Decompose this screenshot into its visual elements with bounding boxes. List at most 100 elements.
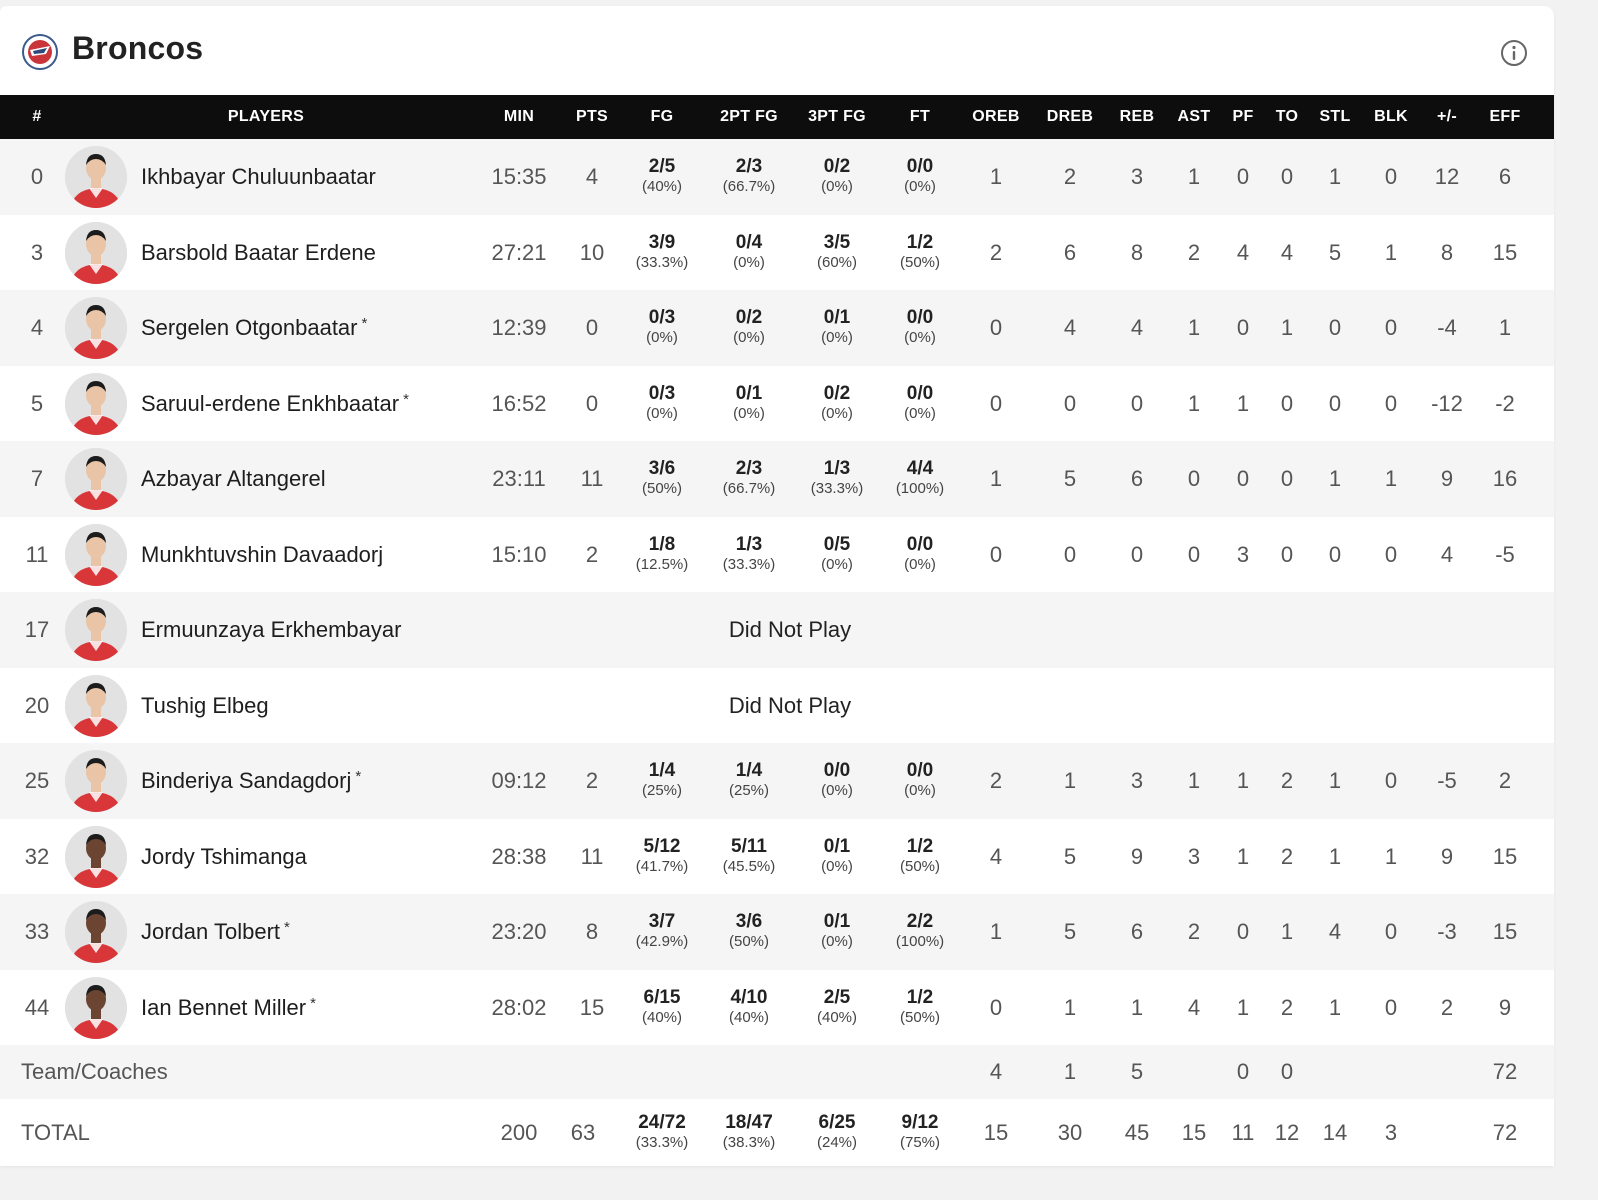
player-avatar: [65, 146, 127, 208]
field-goals-made: 5/12: [643, 835, 681, 857]
points: 10: [579, 239, 605, 265]
player-name-link[interactable]: Sergelen Otgonbaatar *: [141, 290, 367, 366]
points: 15: [579, 994, 605, 1020]
two-point-fg-made: 4/10: [730, 986, 768, 1008]
col-header-fg[interactable]: FG: [622, 95, 702, 139]
field-goals-pct: (40%): [641, 178, 682, 196]
free-throws: 2/2 (100%): [880, 894, 960, 970]
team-name: Broncos: [72, 30, 204, 66]
field-goals: 3/6 (50%): [622, 441, 702, 517]
minutes: 28:38: [491, 843, 547, 869]
stat-eff: 2: [1498, 768, 1512, 793]
free-throws-made: 0/0: [906, 533, 934, 555]
player-name-link[interactable]: Binderiya Sandagdorj *: [141, 743, 361, 819]
player-name-link[interactable]: Azbayar Altangerel: [141, 441, 326, 517]
col-header-ft[interactable]: FT: [880, 95, 960, 139]
stat-eff: 9: [1498, 994, 1512, 1020]
col-header-fg3[interactable]: 3PT FG: [797, 95, 877, 139]
stat-oreb: 1: [989, 466, 1003, 491]
field-goals-pct: (42.9%): [635, 933, 689, 951]
player-name-link[interactable]: Tushig Elbeg: [141, 668, 269, 744]
starter-mark: *: [310, 994, 316, 1012]
free-throws-pct: (0%): [904, 404, 936, 422]
field-goals: 3/9 (33.3%): [622, 215, 702, 291]
three-point-fg-pct: (0%): [821, 933, 853, 951]
total-field-goals-pct: (33.3%): [635, 1134, 689, 1151]
col-header-pts[interactable]: PTS: [552, 95, 632, 139]
minutes: 27:21: [491, 239, 547, 265]
minutes: 16:52: [491, 390, 547, 416]
three-point-fg: 0/2 (0%): [797, 366, 877, 442]
player-name-link[interactable]: Ian Bennet Miller *: [141, 970, 316, 1046]
field-goals: 2/5 (40%): [622, 139, 702, 215]
three-point-fg-pct: (0%): [821, 178, 853, 196]
field-goals-pct: (12.5%): [635, 555, 689, 573]
player-row[interactable]: 25 Binderiya Sandagdorj * 09:12 2 1/4 (25%) 1/4…: [0, 743, 1554, 819]
minutes: 12:39: [491, 315, 547, 340]
field-goals-made: 0/3: [648, 307, 676, 329]
player-name-link[interactable]: Barsbold Baatar Erdene: [141, 215, 376, 291]
three-point-fg-pct: (0%): [821, 404, 853, 422]
three-point-fg-made: 2/5: [823, 986, 851, 1008]
col-header-fg2[interactable]: 2PT FG: [709, 95, 789, 139]
three-point-fg: 1/3 (33.3%): [797, 441, 877, 517]
total-two-point-fg-made: 18/47: [725, 1112, 773, 1133]
points: 2: [585, 541, 599, 567]
player-avatar: [65, 297, 127, 359]
field-goals: 6/15 (40%): [622, 970, 702, 1046]
broncos-logo-icon: [22, 34, 58, 70]
field-goals: 3/7 (42.9%): [622, 894, 702, 970]
free-throws-made: 1/2: [906, 231, 934, 253]
three-point-fg-pct: (40%): [816, 1008, 857, 1026]
player-name-link[interactable]: Munkhtuvshin Davaadorj: [141, 517, 383, 593]
stat-oreb: 4: [989, 843, 1003, 869]
total-free-throws-pct: (75%): [899, 1134, 940, 1151]
three-point-fg-pct: (60%): [816, 253, 857, 271]
player-name-link[interactable]: Ermuunzaya Erkhembayar: [141, 592, 401, 668]
free-throws-made: 2/2: [906, 911, 934, 933]
player-name-link[interactable]: Ikhbayar Chuluunbaatar: [141, 139, 376, 215]
player-name-link[interactable]: Jordy Tshimanga: [141, 819, 307, 895]
player-row[interactable]: 4 Sergelen Otgonbaatar * 12:39 0 0/3 (0%) 0/2 (0…: [0, 290, 1554, 366]
total-two-point-fg: 18/47 (38.3%): [709, 1099, 789, 1166]
boxscore-card: Broncos # PLAYERS MIN PTS FG 2PT FG 3PT FG FT OR…: [0, 6, 1554, 1166]
col-header-players[interactable]: PLAYERS: [146, 95, 386, 139]
two-point-fg-made: 2/3: [735, 156, 763, 178]
two-point-fg: 4/10 (40%): [709, 970, 789, 1046]
free-throws: 0/0 (0%): [880, 139, 960, 215]
player-row[interactable]: 44 Ian Bennet Miller * 28:02 15 6/15 (40%) 4/10…: [0, 969, 1554, 1046]
field-goals-made: 0/3: [648, 382, 676, 404]
minutes: 15:35: [491, 164, 547, 189]
player-row[interactable]: 5 Saruul-erdene Enkhbaatar * 16:52 0 0/3 (0%) 0…: [0, 365, 1554, 442]
col-header-min[interactable]: MIN: [479, 95, 559, 139]
free-throws-pct: (100%): [895, 933, 945, 951]
field-goals-made: 3/9: [648, 231, 676, 253]
player-row[interactable]: 11 Munkhtuvshin Davaadorj 15:10 2 1/8 (12.5%)…: [0, 516, 1554, 593]
stat-oreb: 2: [989, 239, 1003, 265]
col-header-num[interactable]: #: [0, 95, 77, 139]
player-rows: 0 Ikhbayar Chuluunbaatar 15:35 4 2/5 (40%) 2/3…: [0, 139, 1554, 1045]
free-throws-pct: (0%): [904, 178, 936, 196]
player-name-link[interactable]: Jordan Tolbert *: [141, 894, 290, 970]
three-point-fg-made: 1/3: [823, 458, 851, 480]
player-row[interactable]: 17 Ermuunzaya Erkhembayar Did Not Play: [0, 592, 1554, 668]
field-goals-pct: (25%): [641, 782, 682, 800]
player-row[interactable]: 0 Ikhbayar Chuluunbaatar 15:35 4 2/5 (40%) 2/3…: [0, 139, 1554, 215]
player-row[interactable]: 3 Barsbold Baatar Erdene 27:21 10 3/9 (33.3%)…: [0, 214, 1554, 291]
field-goals-made: 3/6: [648, 458, 676, 480]
player-name-link[interactable]: Saruul-erdene Enkhbaatar *: [141, 366, 409, 442]
two-point-fg: 1/3 (33.3%): [709, 517, 789, 593]
minutes: 09:12: [491, 768, 547, 793]
field-goals-pct: (50%): [641, 480, 682, 498]
info-icon[interactable]: [1500, 39, 1528, 67]
col-header-oreb[interactable]: OREB: [956, 95, 1036, 139]
player-avatar: [65, 976, 127, 1039]
player-row[interactable]: 20 Tushig Elbeg Did Not Play: [0, 667, 1554, 744]
points: 2: [585, 768, 599, 793]
player-row[interactable]: 32 Jordy Tshimanga 28:38 11 5/12 (41.7%) 5/11(…: [0, 818, 1554, 895]
col-header-eff[interactable]: EFF: [1465, 95, 1545, 139]
player-row[interactable]: 7 Azbayar Altangerel 23:11 11 3/6 (50%) 2/3 (66…: [0, 441, 1554, 517]
did-not-play-label: Did Not Play: [728, 692, 852, 718]
points: 4: [585, 164, 599, 189]
player-row[interactable]: 33 Jordan Tolbert * 23:20 8 3/7 (42.9%) 3/6 (50%…: [0, 894, 1554, 970]
